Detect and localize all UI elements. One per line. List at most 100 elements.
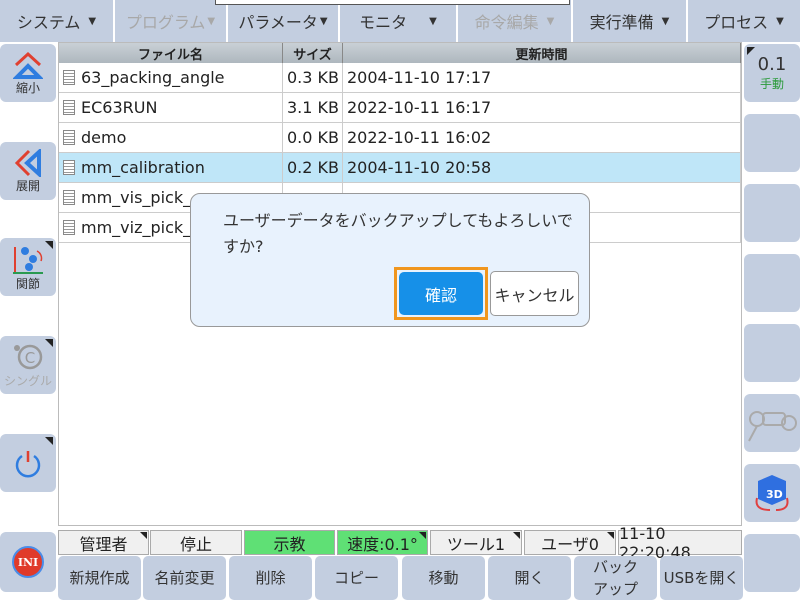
cell-text: 2004-11-10 17:17 — [347, 68, 492, 87]
menu-system[interactable]: システム ▼ — [0, 0, 113, 42]
right-blank-button-4[interactable] — [744, 324, 800, 382]
caret-down-icon: ▼ — [661, 15, 670, 27]
double-chevron-up-icon — [13, 51, 43, 79]
user-frame-text: ユーザ0 — [541, 534, 599, 554]
status-speed[interactable]: 速度:0.1° — [337, 530, 428, 555]
table-row[interactable]: demo 0.0 KB 2022-10-11 16:02 — [59, 123, 741, 153]
power-icon — [15, 451, 41, 478]
confirm-button[interactable]: 確認 — [399, 272, 483, 315]
cell-text: mm_calibration — [81, 158, 205, 177]
ini-button[interactable]: INI — [0, 532, 56, 592]
right-blank-button-1[interactable] — [744, 114, 800, 172]
shrink-button[interactable]: 縮小 — [0, 44, 56, 102]
right-blank-button-5[interactable] — [744, 534, 800, 592]
cell-text: 2004-11-10 20:58 — [347, 158, 492, 177]
file-size-cell: 3.1 KB — [283, 93, 343, 122]
caret-down-icon: ▼ — [429, 15, 437, 27]
corner-marker — [419, 532, 426, 539]
caret-down-icon: ▼ — [207, 15, 216, 27]
cell-text: 3.1 KB — [287, 98, 339, 117]
menu-label: プログラム — [125, 13, 206, 32]
svg-text:3D: 3D — [766, 488, 783, 501]
mode-text: 示教 — [273, 534, 306, 554]
menu-label: パラメータ — [238, 13, 318, 32]
right-blank-button-3[interactable] — [744, 254, 800, 312]
cell-text: mm_vis_pick_ — [81, 188, 192, 207]
menu-execution-prep[interactable]: 実行準備 ▼ — [573, 0, 686, 42]
table-row[interactable]: EC63RUN 3.1 KB 2022-10-11 16:17 — [59, 93, 741, 123]
menu-parameter[interactable]: パラメータ ▼ — [228, 0, 338, 42]
joint-button[interactable]: 関節 — [0, 238, 56, 296]
status-tool[interactable]: ツール1 — [430, 530, 522, 555]
single-button[interactable]: C シングル — [0, 336, 56, 394]
expand-label: 展開 — [15, 178, 40, 193]
status-mode: 示教 — [244, 530, 335, 555]
cell-text: 0.0 KB — [287, 128, 339, 147]
file-name-cell: EC63RUN — [59, 93, 283, 122]
right-blank-button-2[interactable] — [744, 184, 800, 242]
ini-icon: INI — [12, 546, 44, 578]
move-button[interactable]: 移動 — [402, 556, 485, 600]
file-size-cell: 0.0 KB — [283, 123, 343, 152]
menu-process[interactable]: プロセス ▼ — [688, 0, 800, 42]
modified-time-cell: 2022-10-11 16:17 — [343, 93, 741, 122]
rename-button[interactable]: 名前変更 — [143, 556, 226, 600]
delete-button[interactable]: 削除 — [229, 556, 312, 600]
expand-button[interactable]: 展開 — [0, 142, 56, 200]
table-header: ファイル名 サイズ 更新時間 — [59, 43, 741, 63]
double-chevron-left-icon — [14, 148, 41, 177]
file-icon — [63, 130, 75, 145]
cell-text: 2022-10-11 16:17 — [347, 98, 492, 117]
cell-text: mm_viz_pick_ — [81, 218, 192, 237]
file-name-cell: mm_calibration — [59, 153, 283, 182]
cycle-single-icon: C — [14, 344, 43, 369]
cancel-button[interactable]: キャンセル — [490, 271, 579, 316]
menu-instruction-edit[interactable]: 命令編集 ▼ — [458, 0, 571, 42]
file-icon — [63, 220, 75, 235]
robot-joint-icon — [13, 246, 43, 274]
modified-time-cell: 2004-11-10 20:58 — [343, 153, 741, 182]
cell-text: EC63RUN — [81, 98, 158, 117]
cell-text: 0.2 KB — [287, 158, 339, 177]
table-row[interactable]: 63_packing_angle 0.3 KB 2004-11-10 17:17 — [59, 63, 741, 93]
menu-label: システム — [16, 13, 81, 32]
corner-marker — [747, 47, 755, 55]
menu-label: 実行準備 — [589, 13, 654, 32]
3d-view-button[interactable]: 3D — [744, 464, 800, 522]
header-modified[interactable]: 更新時間 — [343, 43, 741, 63]
dialog-message: ユーザーデータをバックアップしてもよろしいですか? — [223, 211, 573, 256]
corner-marker — [513, 532, 520, 539]
file-icon — [63, 190, 75, 205]
header-size[interactable]: サイズ — [283, 43, 343, 63]
joint-label: 関節 — [15, 276, 40, 291]
open-button[interactable]: 開く — [488, 556, 571, 600]
file-size-cell: 0.3 KB — [283, 63, 343, 92]
copy-button[interactable]: コピー — [315, 556, 398, 600]
menu-monitor[interactable]: モニタ ▼ — [340, 0, 456, 42]
shrink-label: 縮小 — [15, 80, 40, 95]
backup-button[interactable]: バックアップ — [574, 556, 657, 600]
speed-mode-button[interactable]: 0.1 手動 — [744, 44, 800, 102]
corner-marker — [140, 532, 147, 539]
status-user-frame[interactable]: ユーザ0 — [524, 530, 616, 555]
3d-cube-icon: 3D — [755, 475, 789, 511]
new-file-button[interactable]: 新規作成 — [58, 556, 141, 600]
backup-confirm-dialog: ユーザーデータをバックアップしてもよろしいですか? 確認 キャンセル — [190, 193, 590, 327]
svg-text:C: C — [25, 349, 35, 367]
header-filename[interactable]: ファイル名 — [59, 43, 283, 63]
open-usb-button[interactable]: USBを開く — [660, 556, 743, 600]
hand-guide-button[interactable] — [744, 394, 800, 452]
caret-down-icon: ▼ — [546, 15, 555, 27]
file-name-cell: demo — [59, 123, 283, 152]
table-row[interactable]: mm_calibration 0.2 KB 2004-11-10 20:58 — [59, 153, 741, 183]
modified-time-cell: 2004-11-10 17:17 — [343, 63, 741, 92]
file-icon — [63, 70, 75, 85]
corner-marker — [607, 532, 614, 539]
power-button[interactable] — [0, 434, 56, 492]
tool-text: ツール1 — [446, 534, 506, 554]
status-user-role[interactable]: 管理者 — [58, 530, 149, 555]
menu-label: プロセス — [704, 13, 769, 32]
corner-marker — [45, 437, 53, 445]
menu-program[interactable]: プログラム ▼ — [115, 0, 226, 42]
robot-arm-hand-icon — [748, 411, 797, 442]
